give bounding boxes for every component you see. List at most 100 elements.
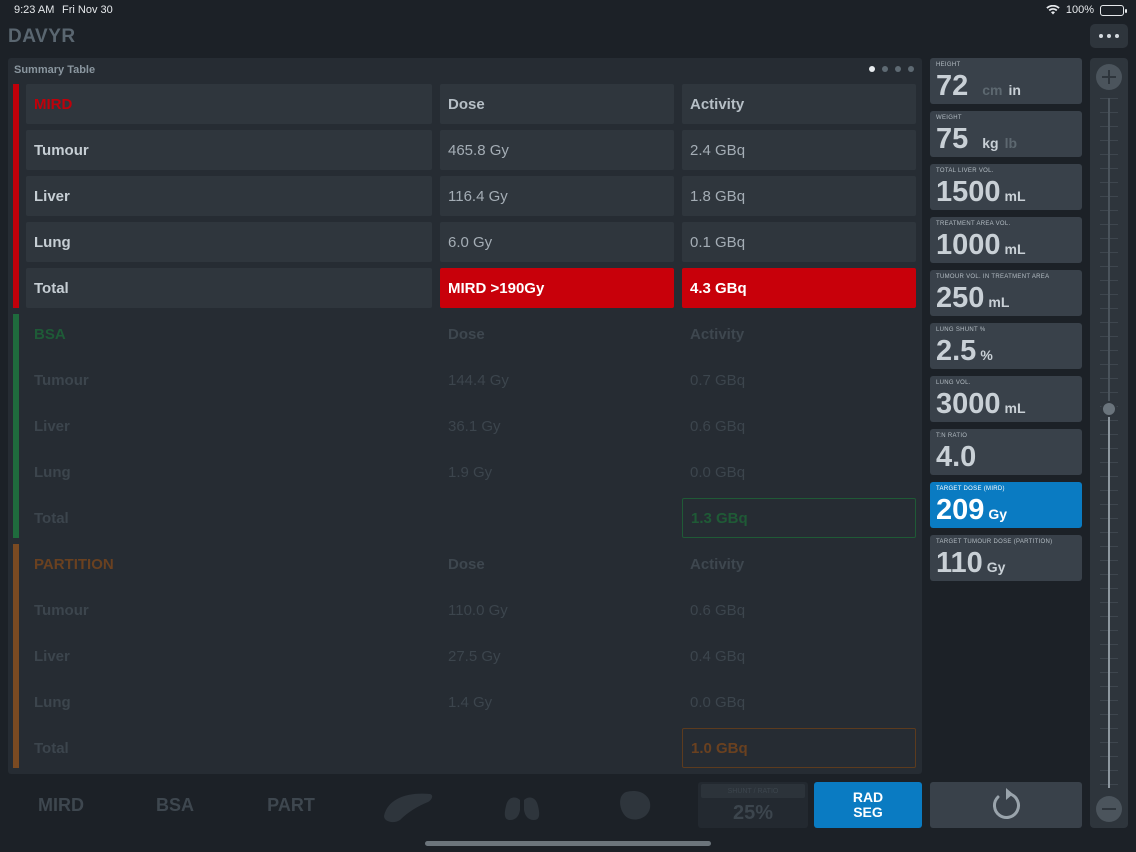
battery-percent: 100%: [1065, 4, 1094, 16]
slider-fill: [1108, 408, 1110, 788]
activity-header: Activity: [682, 84, 916, 124]
param-unit: Gy: [986, 559, 1006, 575]
value-slider[interactable]: [1090, 58, 1128, 828]
unit-toggle-lb[interactable]: lb: [1005, 135, 1017, 151]
param-tumour-vol[interactable]: TUMOUR VOL. IN TREATMENT AREA 250 mL: [930, 270, 1082, 316]
param-target-dose-mird[interactable]: TARGET DOSE (MIRD) 209 Gy: [930, 482, 1082, 528]
page-dot[interactable]: [895, 66, 901, 72]
row-label: Liver: [26, 406, 432, 446]
row-label: Total: [26, 728, 432, 768]
param-target-tumour-dose[interactable]: TARGET TUMOUR DOSE (PARTITION) 110 Gy: [930, 535, 1082, 581]
reset-icon: [993, 788, 1020, 819]
shunt-display-label: SHUNT / RATIO: [701, 784, 805, 798]
home-indicator[interactable]: [425, 841, 711, 846]
param-unit: mL: [988, 294, 1010, 310]
increase-button[interactable]: [1096, 64, 1122, 90]
param-value: 110: [936, 547, 983, 579]
total-row: Total MIRD >190Gy 4.3 GBq: [26, 268, 916, 308]
section-partition: PARTITION Dose Activity Tumour 110.0 Gy …: [8, 544, 922, 774]
table-row: Liver 36.1 Gy 0.6 GBq: [26, 406, 916, 446]
param-lung-shunt[interactable]: LUNG SHUNT % 2.5%: [930, 323, 1082, 369]
section-header-row: MIRD Dose Activity: [26, 84, 916, 124]
table-row: Lung 1.9 Gy 0.0 GBq: [26, 452, 916, 492]
section-name[interactable]: MIRD: [26, 84, 432, 124]
reset-button[interactable]: [930, 782, 1082, 828]
dose-value: 116.4 Gy: [440, 176, 674, 216]
dose-value: 36.1 Gy: [440, 406, 674, 446]
page-indicator[interactable]: [869, 66, 914, 72]
param-total-liver-vol[interactable]: TOTAL LIVER VOL. 1500 mL: [930, 164, 1082, 210]
param-treatment-area-vol[interactable]: TREATMENT AREA VOL. 1000 mL: [930, 217, 1082, 263]
activity-value: 0.6 GBq: [682, 590, 916, 630]
unit-toggle-in[interactable]: in: [1009, 82, 1021, 98]
status-time: 9:23 AM: [14, 4, 55, 16]
total-activity: 1.3 GBq: [682, 498, 916, 538]
organ-icon[interactable]: [606, 786, 666, 824]
dose-value: 465.8 Gy: [440, 130, 674, 170]
dose-header: Dose: [440, 84, 674, 124]
table-row: Liver 27.5 Gy 0.4 GBq: [26, 636, 916, 676]
minus-icon: [1102, 808, 1116, 810]
row-label: Liver: [26, 176, 432, 216]
table-row: Lung 1.4 Gy 0.0 GBq: [26, 682, 916, 722]
slider-thumb[interactable]: [1101, 400, 1117, 417]
activity-value: 0.4 GBq: [682, 636, 916, 676]
dose-value: 6.0 Gy: [440, 222, 674, 262]
page-dot[interactable]: [882, 66, 888, 72]
param-unit: %: [980, 347, 993, 363]
rad-seg-button[interactable]: RAD SEG: [814, 782, 922, 828]
param-unit: mL: [1004, 188, 1026, 204]
dose-value: 110.0 Gy: [440, 590, 674, 630]
table-row: Lung 6.0 Gy 0.1 GBq: [26, 222, 916, 262]
activity-value: 0.7 GBq: [682, 360, 916, 400]
dose-value: 27.5 Gy: [440, 636, 674, 676]
mird-tab-button[interactable]: MIRD: [8, 782, 114, 828]
total-dose: [440, 728, 674, 768]
section-color-bar: [13, 314, 19, 538]
activity-value: 0.0 GBq: [682, 452, 916, 492]
page-dot[interactable]: [869, 66, 875, 72]
shunt-display-value: 25%: [732, 802, 774, 824]
section-name[interactable]: BSA: [26, 314, 432, 354]
row-label: Tumour: [26, 130, 432, 170]
page-dot[interactable]: [908, 66, 914, 72]
row-label: Tumour: [26, 590, 432, 630]
param-unit: Gy: [988, 506, 1008, 522]
dose-value: 1.4 Gy: [440, 682, 674, 722]
total-dose-warning: MIRD >190Gy: [440, 268, 674, 308]
liver-icon[interactable]: [378, 786, 438, 824]
table-row: Tumour 110.0 Gy 0.6 GBq: [26, 590, 916, 630]
section-name[interactable]: PARTITION: [26, 544, 432, 584]
lungs-icon[interactable]: [492, 786, 552, 824]
unit-toggle-cm[interactable]: cm: [982, 82, 1002, 98]
status-bar: 9:23 AM Fri Nov 30 100%: [0, 0, 1136, 22]
total-activity: 4.3 GBq: [682, 268, 916, 308]
plus-icon: [1102, 70, 1116, 84]
param-value: 4.0: [936, 441, 977, 473]
dose-value: 1.9 Gy: [440, 452, 674, 492]
dose-header: Dose: [440, 314, 674, 354]
param-value: 250: [936, 282, 985, 314]
param-weight[interactable]: WEIGHT 75 kg lb: [930, 111, 1082, 157]
section-color-bar: [13, 84, 19, 308]
table-row: Liver 116.4 Gy 1.8 GBq: [26, 176, 916, 216]
total-row: Total 1.0 GBq: [26, 728, 916, 768]
row-label: Lung: [26, 222, 432, 262]
table-row: Tumour 465.8 Gy 2.4 GBq: [26, 130, 916, 170]
dose-value: 144.4 Gy: [440, 360, 674, 400]
decrease-button[interactable]: [1096, 796, 1122, 822]
more-button[interactable]: [1090, 24, 1128, 48]
partition-tab-button[interactable]: PART: [236, 782, 346, 828]
seg-label: SEG: [853, 804, 883, 820]
param-lung-vol[interactable]: LUNG VOL. 3000 mL: [930, 376, 1082, 422]
param-height[interactable]: HEIGHT 72 cm in: [930, 58, 1082, 104]
param-value: 2.5: [936, 335, 977, 367]
unit-toggle-kg[interactable]: kg: [982, 135, 998, 151]
activity-value: 0.1 GBq: [682, 222, 916, 262]
param-tn-ratio[interactable]: T:N RATIO 4.0: [930, 429, 1082, 475]
more-icon: [1099, 34, 1103, 38]
activity-value: 0.6 GBq: [682, 406, 916, 446]
rad-label: RAD: [852, 789, 884, 805]
bsa-tab-button[interactable]: BSA: [122, 782, 228, 828]
row-label: Total: [26, 498, 432, 538]
